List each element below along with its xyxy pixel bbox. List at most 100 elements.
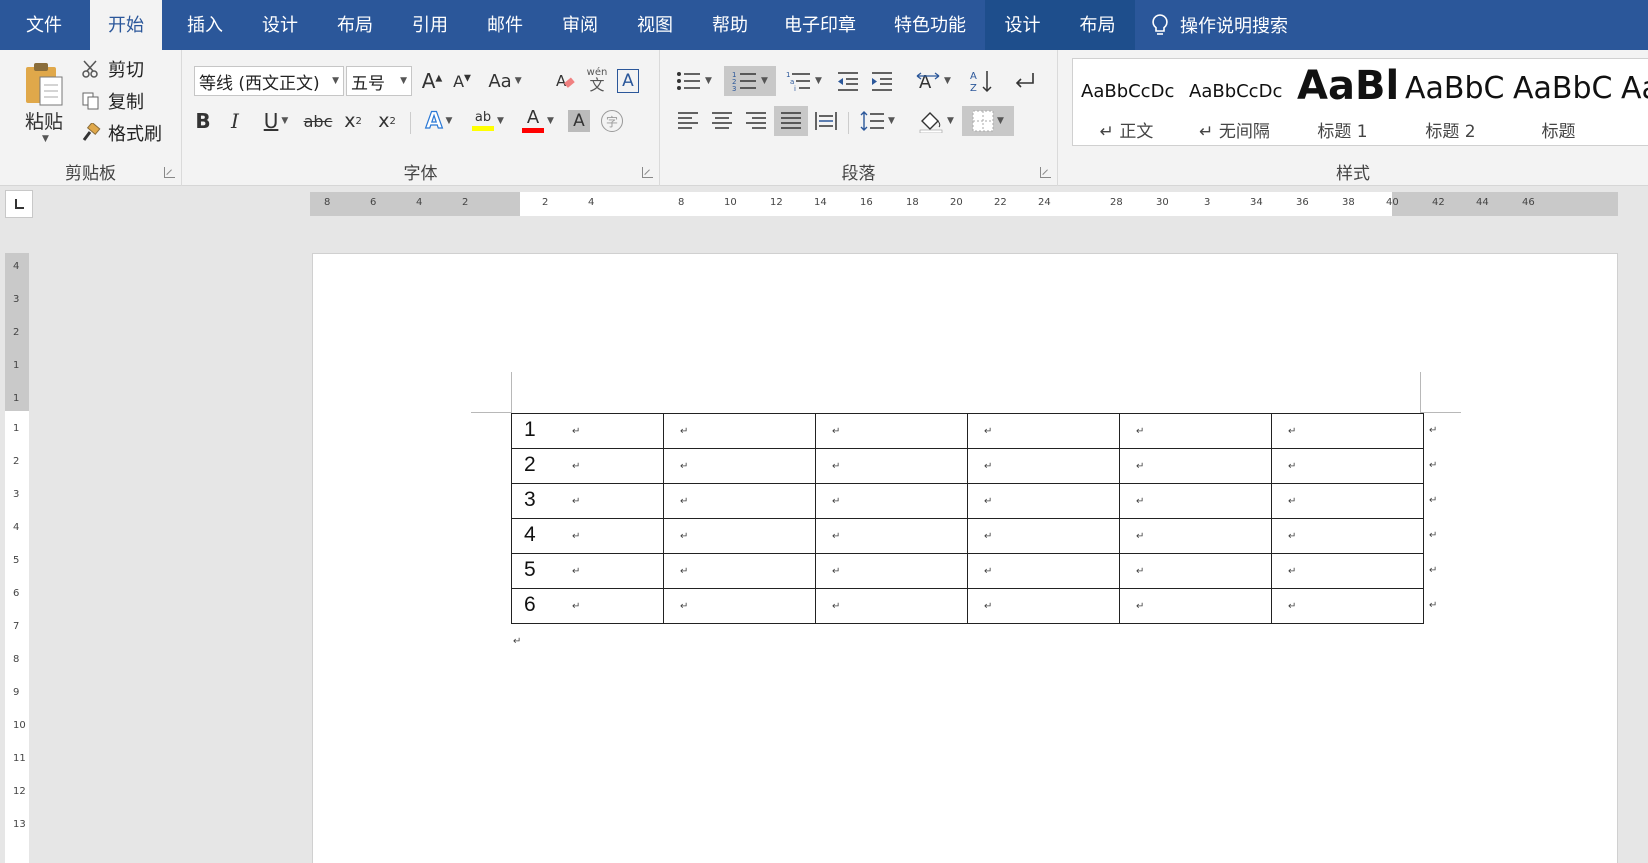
tab-5[interactable]: 引用	[395, 0, 465, 50]
table-cell[interactable]: ↵	[1119, 448, 1272, 484]
table-cell[interactable]: ↵	[663, 448, 816, 484]
align-center-button[interactable]	[706, 106, 738, 136]
table-cell[interactable]: ↵	[663, 518, 816, 554]
show-hide-marks-button[interactable]	[1010, 66, 1040, 96]
tab-13[interactable]: 布局	[1060, 0, 1135, 50]
font-color-button[interactable]: A ▼	[516, 106, 560, 136]
table-cell[interactable]: ↵	[967, 588, 1120, 624]
multilevel-list-button[interactable]: 1 a i ▼	[782, 66, 826, 96]
cut-button[interactable]: 剪切	[80, 54, 144, 84]
table-cell[interactable]: ↵	[663, 553, 816, 589]
bold-button[interactable]: B	[188, 106, 218, 136]
style-item-3[interactable]: AaBbC 标题 2	[1397, 59, 1504, 145]
table-cell[interactable]: ↵	[967, 448, 1120, 484]
table-cell[interactable]: ↵	[967, 483, 1120, 519]
table-cell[interactable]: ↵	[815, 518, 968, 554]
borders-button[interactable]: ▼	[962, 106, 1014, 136]
underline-button[interactable]: U ▼	[254, 106, 298, 136]
table-cell[interactable]: 3 ↵	[511, 483, 664, 519]
paste-button[interactable]: 粘贴 ▼	[14, 56, 74, 148]
table-cell[interactable]: 5 ↵	[511, 553, 664, 589]
line-spacing-button[interactable]: ▼	[854, 106, 900, 136]
tab-0[interactable]: 文件	[10, 0, 78, 50]
style-item-1[interactable]: AaBbCcDc ↵ 无间隔	[1181, 59, 1288, 145]
superscript-button[interactable]: x2	[372, 106, 402, 136]
decrease-indent-button[interactable]	[832, 66, 864, 96]
table-cell[interactable]: 2 ↵	[511, 448, 664, 484]
shrink-font-button[interactable]: A▼	[448, 66, 476, 96]
align-right-button[interactable]	[740, 106, 772, 136]
table-cell[interactable]: ↵	[1119, 483, 1272, 519]
table-cell[interactable]: ↵	[663, 413, 816, 449]
text-effects-button[interactable]: A ▼	[418, 106, 460, 136]
copy-button[interactable]: 复制	[80, 86, 144, 116]
table-cell[interactable]: ↵	[967, 413, 1120, 449]
tab-4[interactable]: 布局	[320, 0, 390, 50]
character-shading-button[interactable]: A	[566, 108, 592, 134]
change-case-button[interactable]: Aa ▼	[484, 66, 526, 96]
table-cell[interactable]: ↵	[1119, 413, 1272, 449]
align-left-button[interactable]	[672, 106, 704, 136]
tab-11[interactable]: 特色功能	[875, 0, 985, 50]
table-cell[interactable]: ↵	[1119, 518, 1272, 554]
increase-indent-button[interactable]	[866, 66, 898, 96]
table-cell[interactable]: ↵	[967, 553, 1120, 589]
highlight-button[interactable]: ab ▼	[464, 106, 512, 136]
tab-8[interactable]: 视图	[620, 0, 690, 50]
table-cell[interactable]: ↵	[1271, 413, 1424, 449]
font-dialog-launcher[interactable]	[642, 167, 653, 178]
format-painter-button[interactable]: 格式刷	[80, 118, 162, 148]
tab-6[interactable]: 邮件	[470, 0, 540, 50]
tab-selector[interactable]	[5, 190, 33, 218]
strikethrough-button[interactable]: abc	[300, 106, 336, 136]
tell-me-search[interactable]: 操作说明搜索	[1150, 0, 1288, 50]
shading-button[interactable]: ▼	[912, 106, 960, 136]
horizontal-ruler[interactable]: 8 6 4 2 2 4 8 10 12 14 16 18 20 22 24 28 30 3 34 36 38 40 42 44…	[310, 192, 1618, 216]
subscript-button[interactable]: x2	[338, 106, 368, 136]
table-cell[interactable]: 1 ↵	[511, 413, 664, 449]
tab-2[interactable]: 插入	[170, 0, 240, 50]
tab-7[interactable]: 审阅	[545, 0, 615, 50]
clipboard-dialog-launcher[interactable]	[164, 167, 175, 178]
enclose-characters-button[interactable]: 字	[598, 108, 626, 134]
tab-10[interactable]: 电子印章	[770, 0, 870, 50]
grow-font-button[interactable]: A▲	[418, 66, 446, 96]
table-cell[interactable]: ↵	[815, 483, 968, 519]
table-cell[interactable]: 6 ↵	[511, 588, 664, 624]
table-cell[interactable]: ↵	[815, 448, 968, 484]
table-cell[interactable]: ↵	[663, 588, 816, 624]
distributed-button[interactable]	[810, 106, 842, 136]
table-cell[interactable]: ↵	[967, 518, 1120, 554]
tab-12[interactable]: 设计	[985, 0, 1060, 50]
table-cell[interactable]: ↵	[663, 483, 816, 519]
character-border-button[interactable]: A	[614, 66, 642, 96]
bullets-button[interactable]: ▼	[672, 66, 716, 96]
vertical-ruler[interactable]: 4 3 2 1 1 1 2 3 4 5 6 7 8 9 10 11 12 13	[5, 253, 29, 863]
table-cell[interactable]: ↵	[815, 413, 968, 449]
table-cell[interactable]: ↵	[1271, 518, 1424, 554]
italic-button[interactable]: I	[220, 106, 250, 136]
table-cell[interactable]: ↵	[1271, 588, 1424, 624]
table-cell[interactable]: ↵	[815, 553, 968, 589]
paragraph-dialog-launcher[interactable]	[1040, 167, 1051, 178]
clear-formatting-button[interactable]: A	[552, 66, 580, 96]
style-item-2[interactable]: AaBl 标题 1	[1289, 59, 1396, 145]
style-item-4[interactable]: AaBbC 标题	[1505, 59, 1612, 145]
tab-1[interactable]: 开始	[90, 0, 162, 50]
phonetic-guide-button[interactable]: wén 文	[582, 62, 612, 98]
document-page[interactable]: 1 ↵ ↵ ↵ ↵ ↵ ↵ 2 ↵ ↵ ↵ ↵ ↵ ↵ 3 ↵ ↵ ↵ ↵ ↵ ↵ 4 ↵ ↵ ↵ ↵ ↵ ↵ 5 ↵ ↵ ↵ ↵ ↵ ↵ 6 ↵ ↵ ↵ ↵…	[312, 253, 1618, 863]
numbering-button[interactable]: 1 2 3 ▼	[724, 66, 776, 96]
chinese-layout-button[interactable]: A ▼	[910, 66, 956, 96]
style-item-5[interactable]: Aa 副	[1613, 59, 1648, 145]
table-cell[interactable]: ↵	[1271, 448, 1424, 484]
font-name-combo[interactable]: 等线 (西文正文) ▼	[194, 66, 344, 96]
sort-button[interactable]: AZ	[966, 66, 996, 96]
paste-dropdown-icon[interactable]: ▼	[42, 134, 49, 144]
table-cell[interactable]: 4 ↵	[511, 518, 664, 554]
table-cell[interactable]: ↵	[1119, 553, 1272, 589]
tab-3[interactable]: 设计	[245, 0, 315, 50]
tab-9[interactable]: 帮助	[695, 0, 765, 50]
table-cell[interactable]: ↵	[815, 588, 968, 624]
table-cell[interactable]: ↵	[1119, 588, 1272, 624]
justify-button[interactable]	[774, 106, 808, 136]
